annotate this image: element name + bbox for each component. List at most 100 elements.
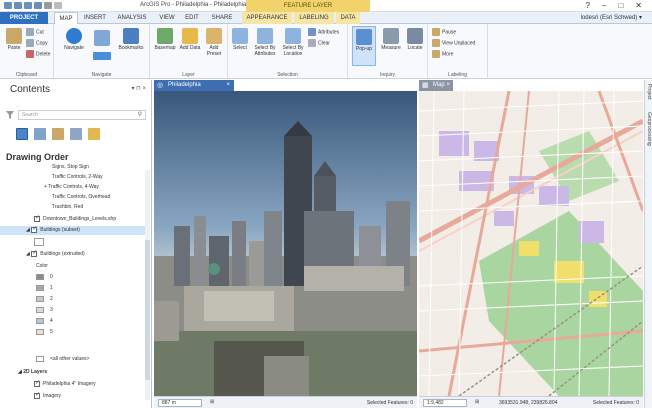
close-icon[interactable]: × — [446, 80, 450, 91]
undo-icon[interactable] — [44, 2, 52, 9]
close-icon[interactable]: × — [226, 80, 230, 91]
pause-button[interactable]: Pause — [432, 28, 456, 36]
cut-button[interactable]: Cut — [26, 28, 44, 36]
tab-view[interactable]: VIEW — [156, 12, 178, 24]
redo-icon[interactable] — [54, 2, 62, 9]
tab-geoprocessing-pane[interactable]: Geoprocessing — [646, 112, 652, 146]
tab-philadelphia-scene[interactable]: Philadelphia × — [154, 80, 234, 91]
basemap-button[interactable]: Basemap — [152, 28, 178, 51]
list-item[interactable]: Traffic Controls, Overhead — [52, 193, 110, 202]
layer-visibility-checkbox[interactable] — [34, 391, 40, 400]
tab-share[interactable]: SHARE — [206, 12, 238, 24]
tab-project-pane[interactable]: Project — [646, 84, 652, 100]
scene-scale-input[interactable]: 887 m — [158, 399, 202, 407]
select-by-attributes-button[interactable]: Select By Attributes — [252, 28, 278, 57]
contents-scrollbar[interactable] — [145, 170, 150, 400]
legend-class-other[interactable]: <all other values> — [36, 355, 89, 364]
layer-symbol[interactable] — [34, 238, 50, 247]
maximize-button[interactable]: □ — [618, 1, 623, 10]
list-by-data-source-icon[interactable] — [34, 128, 46, 140]
list-by-editing-icon[interactable] — [70, 128, 82, 140]
scroll-thumb[interactable] — [145, 240, 150, 380]
zoom-tools[interactable] — [92, 30, 112, 47]
group-2d-layers[interactable]: ◢ 2D Layers — [18, 368, 47, 377]
previous-next-extent[interactable] — [92, 52, 112, 61]
layer-visibility-checkbox[interactable] — [34, 214, 40, 223]
tab-edit[interactable]: EDIT — [182, 12, 202, 24]
legend-class[interactable]: 5 — [36, 328, 53, 337]
close-button[interactable]: ✕ — [635, 1, 642, 10]
tab-appearance[interactable]: APPEARANCE — [242, 12, 292, 24]
locate-button[interactable]: Locate — [404, 28, 426, 51]
attributes-button[interactable]: Attributes — [308, 28, 339, 36]
symbol-swatch[interactable] — [36, 306, 44, 313]
legend-class[interactable]: 3 — [36, 306, 53, 315]
open-icon[interactable] — [34, 2, 42, 9]
help-button[interactable]: ? — [586, 1, 590, 10]
view-unplaced-button[interactable]: View Unplaced — [432, 39, 475, 47]
tab-project[interactable]: PROJECT — [0, 12, 48, 24]
layer-downtown-buildings[interactable]: Downtown_Buildings_Levels.shp — [34, 214, 116, 224]
legend-class[interactable]: 1 — [36, 284, 53, 293]
add-preset-button[interactable]: Add Preset — [202, 28, 226, 57]
class-label: 1 — [50, 285, 53, 291]
symbol-swatch[interactable] — [36, 355, 44, 362]
contents-pane-controls[interactable]: ▾ ⊓ × — [131, 85, 146, 92]
select-button[interactable]: Select — [230, 28, 250, 51]
scene-view: Philadelphia × ◎ 887 m ⊞ Selected Featur… — [154, 80, 417, 408]
fixed-zoom-icon[interactable]: ⊞ — [210, 399, 214, 405]
list-item[interactable]: Traffic Controls, 2-Way — [52, 173, 103, 182]
tab-labeling[interactable]: LABELING — [294, 12, 334, 24]
tab-data[interactable]: DATA — [336, 12, 360, 24]
layer-imagery[interactable]: Imagery — [34, 391, 61, 401]
search-input[interactable]: Search ⚲ — [18, 110, 146, 120]
measure-button[interactable]: Measure — [378, 28, 404, 51]
bookmarks-button[interactable]: Bookmarks — [116, 28, 146, 51]
legend-class[interactable]: 2 — [36, 295, 53, 304]
title-bar: ArcGIS Pro - Philadelphia - Philadelphia… — [0, 0, 652, 12]
symbol-swatch[interactable] — [36, 273, 44, 280]
layer-philadelphia-imagery[interactable]: Philadelphia 4" Imagery — [34, 379, 96, 389]
scene-canvas[interactable] — [154, 91, 417, 396]
list-item[interactable]: + Traffic Controls, 4-Way — [44, 183, 99, 192]
legend-class[interactable]: 4 — [36, 317, 53, 326]
layer-visibility-checkbox[interactable] — [31, 225, 37, 234]
layer-buildings-extruded[interactable]: ◢ Buildings (extruded) — [26, 249, 85, 259]
list-by-labeling-icon[interactable] — [88, 128, 100, 140]
symbol-swatch[interactable] — [36, 317, 44, 324]
more-button[interactable]: More — [432, 50, 453, 58]
list-by-drawing-order-icon[interactable] — [16, 128, 28, 140]
symbol-swatch[interactable] — [34, 238, 44, 246]
minimize-button[interactable]: – — [602, 1, 606, 10]
tab-analysis[interactable]: ANALYSIS — [112, 12, 152, 24]
symbol-swatch[interactable] — [36, 328, 44, 335]
map-canvas[interactable] — [419, 91, 643, 396]
delete-button[interactable]: Delete — [26, 50, 50, 58]
select-by-location-button[interactable]: Select By Location — [280, 28, 306, 57]
tab-insert[interactable]: INSERT — [82, 12, 108, 24]
tab-map[interactable]: MAP — [54, 12, 78, 24]
add-data-button[interactable]: Add Data — [178, 28, 202, 51]
fixed-zoom-icon[interactable]: ⊞ — [475, 399, 479, 405]
layer-visibility-checkbox[interactable] — [31, 249, 37, 258]
layer-visibility-checkbox[interactable] — [34, 379, 40, 388]
navigate-button[interactable]: Navigate — [60, 28, 88, 51]
filter-icon[interactable] — [6, 111, 14, 119]
clear-button[interactable]: Clear — [308, 39, 330, 47]
list-by-selection-icon[interactable] — [52, 128, 64, 140]
layer-buildings-subset[interactable]: ◢ Buildings (subset) — [0, 225, 146, 235]
list-item[interactable]: Trashbin, Red — [52, 203, 83, 212]
map-scale-input[interactable]: 1:9,482 — [423, 399, 467, 407]
symbol-swatch[interactable] — [36, 295, 44, 302]
new-project-icon[interactable] — [24, 2, 32, 9]
search-icon[interactable]: ⚲ — [138, 111, 142, 119]
save-icon[interactable] — [14, 2, 22, 9]
user-account[interactable]: lodesri (Esri Schwed) ▾ — [581, 14, 642, 21]
paste-button[interactable]: Paste — [4, 28, 24, 51]
copy-button[interactable]: Copy — [26, 39, 48, 47]
popup-button[interactable]: Pop-up — [352, 26, 376, 66]
app-icon — [4, 2, 12, 9]
legend-class[interactable]: 0 — [36, 273, 53, 282]
symbol-swatch[interactable] — [36, 284, 44, 291]
list-item[interactable]: Signs, Stop Sign — [52, 163, 89, 172]
